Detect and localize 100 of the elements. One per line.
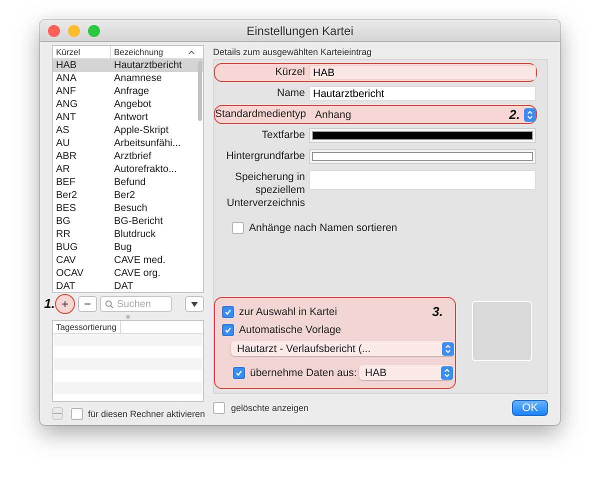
checkbox[interactable] [232,222,244,234]
table-cell-text: AS [55,124,70,137]
table-row[interactable]: DAT DAT [53,280,203,292]
table-cell-text: CAVE med. [113,254,166,267]
table-cell-text: DAT [55,280,76,292]
table-cell-text: Anamnese [113,72,162,85]
table-row[interactable]: Ber2 Ber2 [53,189,203,202]
triangle-icon [191,302,198,306]
field-label: Speicherung in speziellem Unterverzeichnis [226,170,305,210]
table-row[interactable]: AU Arbeitsunfähi... [53,137,203,150]
table-row[interactable]: CAV CAVE med. [53,254,203,267]
checkbox[interactable] [222,324,234,336]
table-row[interactable]: BEF Befund [53,176,203,189]
text-field[interactable]: HAB [309,65,536,80]
table-cell-text: ANA [55,72,78,85]
checkbox-label: Automatische Vorlage [239,324,342,336]
dropdown-button[interactable] [185,296,204,312]
table-cell-text: ANT [55,111,77,124]
close-icon[interactable] [48,24,60,36]
table-row[interactable]: HAB Hautarztbericht [53,59,203,72]
table-cell-text: OCAV [55,267,85,280]
search-field[interactable]: Suchen [100,296,172,312]
zoom-icon[interactable] [88,24,100,36]
sort-icon [188,50,195,54]
table-row[interactable]: BUG Bug [53,241,203,254]
column-header[interactable]: Bezeichnung [110,46,203,58]
table-cell-text: Hautarztbericht [113,59,182,72]
table-cell-text: BG [55,215,72,228]
table-row[interactable]: BG BG-Bericht [53,215,203,228]
table-cell-text: Besuch [113,202,148,215]
table-cell-text: Ber2 [113,189,136,202]
template-dropdown[interactable]: Hautarzt - Verlaufsbericht (... [231,341,455,356]
window-title: Einstellungen Kartei [246,24,354,38]
checkmark-icon [224,326,232,334]
table-row[interactable]: RR Blutdruck [53,228,203,241]
color-well[interactable] [309,128,536,143]
stepper-icon [441,366,453,380]
annotation-number: 3. [432,304,443,319]
table-cell-text: DAT [113,280,134,292]
table-cell-text: AR [55,163,71,176]
table-cell-text: Befund [113,176,146,189]
search-icon [105,300,114,309]
checkbox[interactable] [233,366,245,378]
checkbox[interactable] [213,402,225,414]
splitter-handle[interactable] [126,315,130,319]
text-field[interactable]: Hautarztbericht [309,86,536,101]
source-dropdown[interactable]: HAB [359,365,453,380]
table-row[interactable]: ANA Anamnese [53,72,203,85]
stepper-icon [524,108,536,122]
field-label: Textfarbe [260,128,305,142]
section-heading: Details zum ausgewählten Karteieintrag [213,47,373,59]
table-cell-text: CAV [55,254,77,267]
checkbox[interactable] [71,408,83,420]
table-row[interactable]: BES Besuch [53,202,203,215]
remove-button[interactable]: − [78,296,97,312]
table-cell-text: Antwort [113,111,148,124]
table-cell-text: BUG [55,241,79,254]
table-row[interactable]: ANT Antwort [53,111,203,124]
table-cell-text: Anfrage [113,85,150,98]
field-label: Kürzel [274,65,305,79]
field-label: Standardmedientyp [215,107,305,121]
table-cell-text: HAB [55,59,78,72]
checkbox-label: Anhänge nach Namen sortieren [249,222,398,234]
table-row[interactable]: AS Apple-Skript [53,124,203,137]
table-cell-text: Bug [113,241,132,254]
table-cell-text: AU [55,137,71,150]
field-label: Name [276,86,305,100]
table-cell-text: Apple-Skript [113,124,168,137]
column-header[interactable]: Kürzel [53,46,110,58]
table-cell-text: BEF [55,176,76,189]
table-cell-text: CAVE org. [113,267,160,280]
table-cell-text: Autorefrakto... [113,163,177,176]
preview-well [472,301,532,361]
column-header[interactable]: Tagessortierung [53,321,121,333]
table-row[interactable]: ANG Angebot [53,98,203,111]
add-button[interactable]: + [55,294,75,314]
table-cell-text: Arbeitsunfähi... [113,137,181,150]
checkbox-label: gelöschte anzeigen [231,403,309,413]
checkbox[interactable] [222,306,234,318]
table-row[interactable]: ANF Anfrage [53,85,203,98]
table-cell-text: Arztbrief [113,150,152,163]
dropdown[interactable]: Anhang 2. [309,107,536,122]
checkmark-icon [235,368,243,376]
annotation-number: 2. [509,107,520,122]
table-cell-text: ANF [55,85,77,98]
field-label: Hintergrundfarbe [225,149,305,163]
table-cell-text: Blutdruck [113,228,156,241]
table-cell-text: ANG [55,98,79,111]
color-well[interactable] [309,149,536,164]
text-field[interactable] [309,170,536,190]
table-cell-text: RR [55,228,72,241]
table-row[interactable]: ABR Arztbrief [53,150,203,163]
table-row[interactable]: AR Autorefrakto... [53,163,203,176]
minimize-icon[interactable] [68,24,80,36]
table-row[interactable]: OCAV CAVE org. [53,267,203,280]
stepper-icon [442,342,454,356]
checkmark-icon [224,308,232,316]
annotation-number: 1. [44,296,55,311]
scrollbar-thumb[interactable] [198,61,202,121]
checkbox-label: zur Auswahl in Kartei [239,306,338,318]
